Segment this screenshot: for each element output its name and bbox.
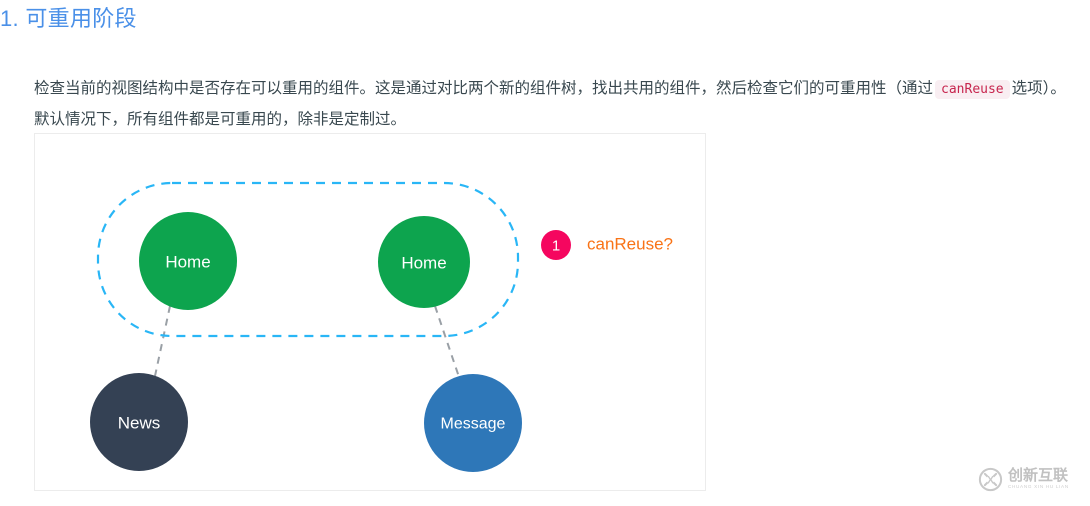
component-tree-diagram: Home Home News Message 1 canReuse? — [90, 181, 673, 472]
watermark-pinyin-text: CHUANG XIN HU LIAN — [1008, 484, 1069, 490]
body-paragraph: 检查当前的视图结构中是否存在可以重用的组件。这是通过对比两个新的组件树，找出共用… — [34, 74, 1080, 135]
node-home-left[interactable]: Home — [139, 212, 237, 310]
node-message-label: Message — [441, 416, 506, 433]
annotation-step-1: 1 canReuse? — [541, 230, 673, 260]
can-reuse-annotation-label: canReuse? — [587, 235, 673, 254]
edge-home-right-to-message — [434, 305, 460, 378]
node-news-label: News — [118, 414, 161, 433]
node-home-right[interactable]: Home — [378, 216, 470, 308]
watermark: X 创新互联 CHUANG XIN HU LIAN — [978, 460, 1082, 498]
node-news[interactable]: News — [90, 373, 188, 471]
node-home-right-label: Home — [401, 254, 446, 273]
watermark-chinese-text: 创新互联 — [1008, 467, 1069, 485]
svg-text:X: X — [987, 474, 994, 486]
paragraph-text-part-1: 检查当前的视图结构中是否存在可以重用的组件。这是通过对比两个新的组件树，找出共用… — [34, 79, 934, 97]
node-home-left-label: Home — [165, 253, 210, 272]
diagram-card: Home Home News Message 1 canReuse? — [34, 133, 706, 491]
edge-home-left-to-news — [154, 305, 171, 377]
can-reuse-code-chip: canReuse — [935, 79, 1010, 99]
watermark-text-block: 创新互联 CHUANG XIN HU LIAN — [1008, 468, 1069, 490]
step-badge-number: 1 — [552, 238, 560, 255]
node-message[interactable]: Message — [424, 374, 522, 472]
watermark-logo-icon: X — [978, 467, 1003, 491]
page-title: 1. 可重用阶段 — [0, 6, 137, 31]
